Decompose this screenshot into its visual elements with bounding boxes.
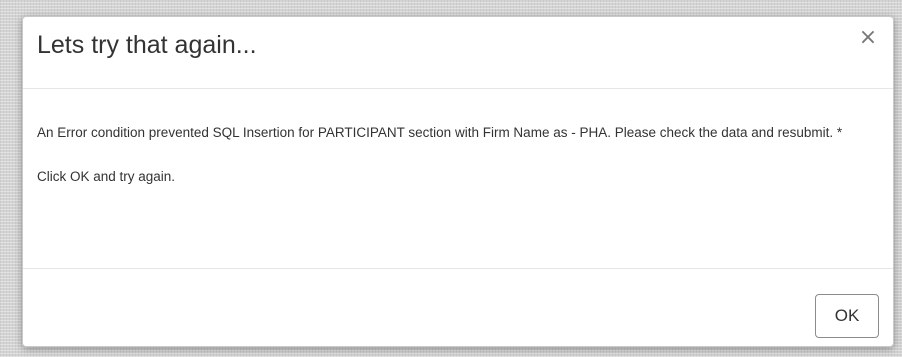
- instruction-text: Click OK and try again.: [37, 169, 176, 184]
- dialog-header: Lets try that again... ×: [23, 17, 893, 89]
- error-message: An Error condition prevented SQL Inserti…: [37, 125, 843, 140]
- dialog-footer: OK: [23, 268, 893, 348]
- ok-button[interactable]: OK: [815, 294, 879, 338]
- error-dialog: Lets try that again... × An Error condit…: [22, 16, 894, 347]
- dialog-title: Lets try that again...: [37, 31, 257, 59]
- dialog-body: An Error condition prevented SQL Inserti…: [37, 121, 867, 189]
- close-icon[interactable]: ×: [857, 25, 879, 51]
